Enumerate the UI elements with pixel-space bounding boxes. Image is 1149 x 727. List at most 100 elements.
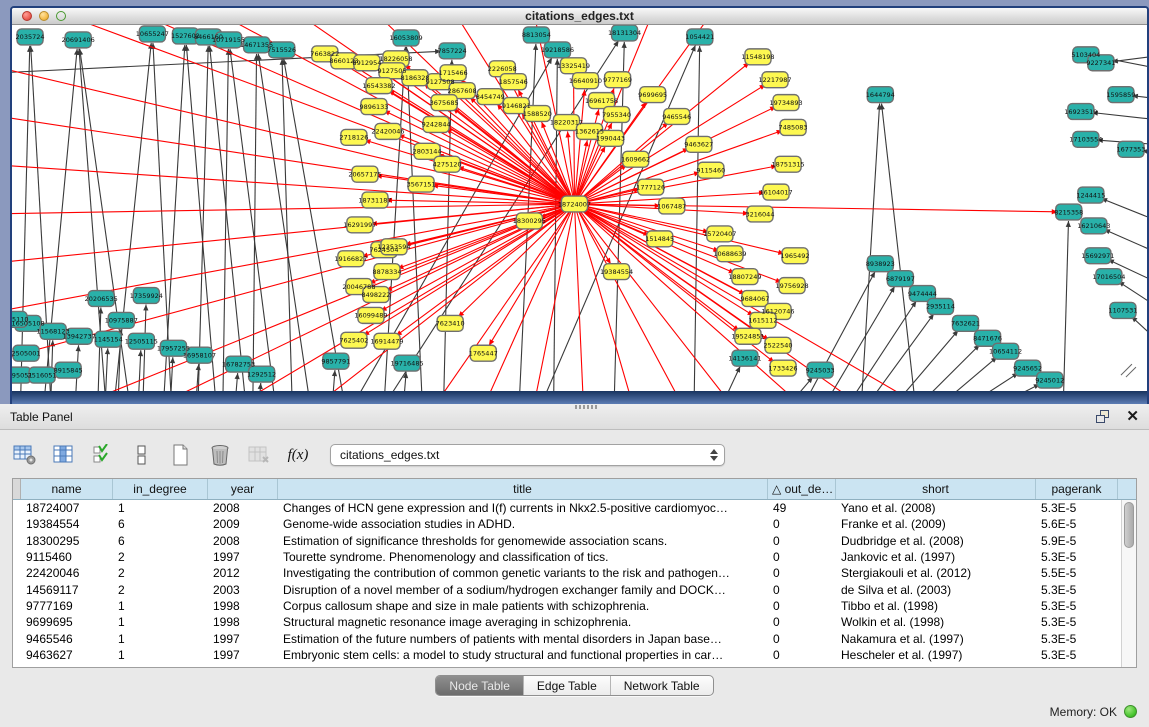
svg-text:9127508: 9127508: [426, 78, 455, 86]
table-row[interactable]: 946554611997Estimation of the future num…: [13, 630, 1121, 646]
show-columns-icon[interactable]: [51, 443, 77, 467]
table-cell: Hescheler et al. (1997): [836, 648, 1036, 662]
table-cell: 5.3E-5: [1036, 648, 1118, 662]
table-row[interactable]: 969969511998Structural magnetic resonanc…: [13, 614, 1121, 630]
svg-text:17359924: 17359924: [130, 292, 163, 300]
table-cell: 18724007: [21, 501, 113, 515]
svg-text:16961758: 16961758: [585, 97, 618, 105]
svg-text:16543382: 16543382: [362, 82, 395, 90]
table-cell: Nakamura et al. (1997): [836, 632, 1036, 646]
svg-text:17103554: 17103554: [1069, 136, 1102, 144]
table-cell: 1: [113, 599, 208, 613]
close-window-button[interactable]: [22, 11, 32, 21]
table-cell: 2008: [208, 534, 278, 548]
table-cell: 1: [113, 632, 208, 646]
float-panel-icon[interactable]: [1096, 410, 1112, 424]
column-header-short[interactable]: short: [836, 479, 1036, 499]
column-header-pagerank[interactable]: pagerank: [1036, 479, 1118, 499]
table-row[interactable]: 1938455462009Genome-wide association stu…: [13, 516, 1121, 532]
column-header-out_de[interactable]: △ out_de…: [768, 479, 836, 499]
svg-text:9474444: 9474444: [908, 290, 937, 298]
svg-text:10688639: 10688639: [713, 250, 746, 258]
table-cell: 2: [113, 566, 208, 580]
window-title: citations_edges.txt: [12, 8, 1147, 24]
table-cell: 49: [768, 501, 836, 515]
maximize-window-button[interactable]: [56, 11, 66, 21]
table-row[interactable]: 1456911722003Disruption of a novel membe…: [13, 581, 1121, 597]
network-window-titlebar[interactable]: citations_edges.txt: [12, 8, 1147, 25]
svg-text:20691406: 20691406: [62, 36, 95, 44]
table-cell: Wolkin et al. (1998): [836, 615, 1036, 629]
table-panel-titlebar[interactable]: Table Panel ✕: [0, 404, 1149, 430]
svg-text:18724007: 18724007: [558, 200, 591, 208]
svg-text:7625402: 7625402: [339, 337, 368, 345]
select-columns-icon[interactable]: [90, 443, 116, 467]
minimize-window-button[interactable]: [39, 11, 49, 21]
table-cell: Investigating the contribution of common…: [278, 566, 768, 580]
svg-text:9896133: 9896133: [359, 103, 388, 111]
column-header-year[interactable]: year: [208, 479, 278, 499]
svg-text:8878334: 8878334: [372, 268, 401, 276]
table-row[interactable]: 977716911998Corpus callosum shape and si…: [13, 598, 1121, 614]
svg-text:1715466: 1715466: [439, 69, 468, 77]
table-cell: 18300295: [21, 534, 113, 548]
network-graph[interactable]: 1872400776638228660123891295418226058912…: [12, 25, 1147, 391]
svg-text:16958107: 16958107: [183, 352, 216, 360]
table-cell: 1998: [208, 615, 278, 629]
delete-table-icon[interactable]: [207, 443, 233, 467]
svg-text:1107531: 1107531: [1108, 307, 1137, 315]
table-cell: 5.5E-5: [1036, 566, 1118, 580]
table-header-row: namein_degreeyeartitle△ out_de…shortpage…: [13, 479, 1136, 500]
svg-text:9115460: 9115460: [696, 167, 725, 175]
svg-text:19716485: 19716485: [390, 359, 423, 367]
table-selector-dropdown[interactable]: citations_edges.txt: [330, 444, 725, 466]
svg-text:9463627: 9463627: [684, 141, 713, 149]
svg-text:20657175: 20657175: [348, 170, 381, 178]
svg-text:9245652: 9245652: [1013, 364, 1042, 372]
tab-edge-table[interactable]: Edge Table: [523, 676, 610, 695]
table-row[interactable]: 911546021997Tourette syndrome. Phenomeno…: [13, 549, 1121, 565]
column-header-title[interactable]: title: [278, 479, 768, 499]
row-height-icon[interactable]: [129, 443, 155, 467]
svg-text:1609662: 1609662: [621, 156, 650, 164]
table-row[interactable]: 1830029562008Estimation of significance …: [13, 533, 1121, 549]
table-panel-title: Table Panel: [10, 410, 73, 424]
svg-text:1145154: 1145154: [94, 336, 123, 344]
window-frame-bottom: [12, 391, 1147, 404]
column-header-name[interactable]: name: [21, 479, 113, 499]
svg-text:10654112: 10654112: [989, 348, 1022, 356]
table-cell: 0: [768, 566, 836, 580]
delete-column-icon[interactable]: [246, 443, 272, 467]
close-panel-icon[interactable]: ✕: [1126, 410, 1139, 424]
table-cell: 0: [768, 583, 836, 597]
table-row[interactable]: 2242004622012Investigating the contribut…: [13, 565, 1121, 581]
table-cell: Yano et al. (2008): [836, 501, 1036, 515]
column-header-in_degree[interactable]: in_degree: [113, 479, 208, 499]
tab-node-table[interactable]: Node Table: [436, 676, 523, 695]
vertical-scrollbar[interactable]: [1121, 500, 1136, 667]
svg-text:6879197: 6879197: [886, 275, 915, 283]
table-settings-icon[interactable]: [12, 443, 38, 467]
svg-text:11548198: 11548198: [741, 53, 774, 61]
function-builder-icon[interactable]: f(x): [285, 443, 311, 467]
svg-text:1615112: 1615112: [748, 317, 777, 325]
svg-text:18220317: 18220317: [550, 119, 583, 127]
table-cell: Tibbo et al. (1998): [836, 599, 1036, 613]
svg-text:7485083: 7485083: [779, 124, 808, 132]
svg-text:5103404: 5103404: [1071, 51, 1100, 59]
table-row[interactable]: 946362711997Embryonic stem cells: a mode…: [13, 647, 1121, 663]
svg-text:1292512: 1292512: [247, 370, 276, 378]
table-cell: 6: [113, 517, 208, 531]
svg-text:2718126: 2718126: [339, 134, 368, 142]
svg-text:1595859: 1595859: [1106, 91, 1135, 99]
scrollbar-thumb[interactable]: [1124, 502, 1134, 548]
table-row[interactable]: 1872400712008Changes of HCN gene express…: [13, 500, 1121, 516]
tab-network-table[interactable]: Network Table: [610, 676, 713, 695]
svg-text:19524851: 19524851: [731, 333, 764, 341]
network-canvas[interactable]: 1872400776638228660123891295418226058912…: [12, 25, 1147, 391]
new-table-icon[interactable]: [168, 443, 194, 467]
svg-text:9684067: 9684067: [740, 295, 769, 303]
splitter-grip[interactable]: [575, 405, 597, 409]
table-cell: Stergiakouli et al. (2012): [836, 566, 1036, 580]
table-cell: 1: [113, 615, 208, 629]
